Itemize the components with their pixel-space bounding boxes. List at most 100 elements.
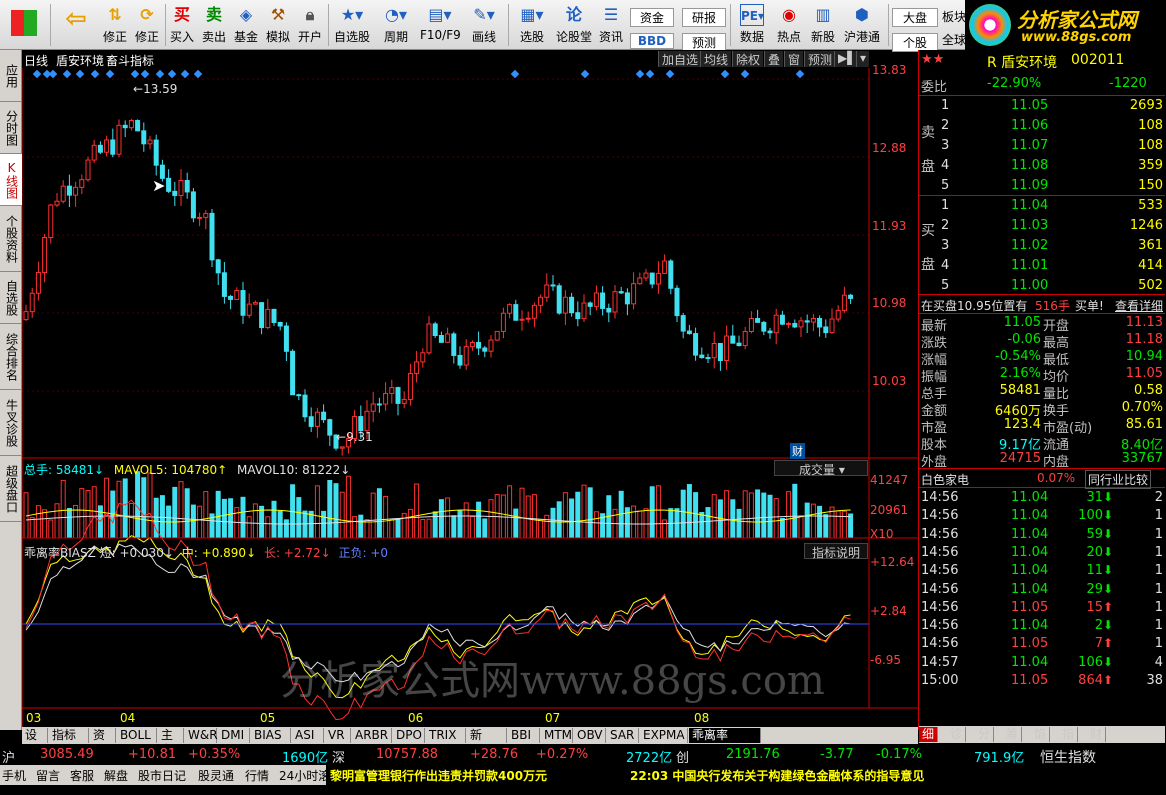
ma-button[interactable]: 均线: [700, 51, 732, 67]
finance-marker[interactable]: 财: [790, 443, 805, 459]
forecast-button[interactable]: 预测: [804, 51, 836, 67]
bottom-link[interactable]: 行情: [245, 767, 269, 784]
vtab-ranking[interactable]: 综合排名: [0, 324, 22, 390]
exright-button[interactable]: 除权: [732, 51, 764, 67]
period-button[interactable]: ◔▾ 周期: [376, 2, 416, 48]
candle-body: [655, 272, 661, 285]
view-detail-link[interactable]: 查看详细: [1115, 297, 1163, 314]
volume-bar: [228, 498, 234, 539]
indicator-help-button[interactable]: 指标说明: [804, 543, 868, 560]
candle-body: [724, 335, 730, 361]
indicator-tab[interactable]: OBV: [574, 728, 606, 743]
news-ticker-1[interactable]: 黎明富管理银行作出违责并罚款400万元: [330, 767, 547, 784]
windows-button[interactable]: [4, 2, 44, 48]
index-button[interactable]: 大盘 个股: [892, 2, 938, 52]
bottom-link[interactable]: 解盘: [104, 767, 128, 784]
candle-body: [383, 392, 389, 405]
period-label[interactable]: 日线: [24, 52, 48, 69]
bottom-link[interactable]: 手机: [2, 767, 26, 784]
simulate-button[interactable]: ⚒ 模拟: [264, 2, 292, 48]
volume-bar: [841, 510, 847, 539]
draw-line-button[interactable]: ✎▾ 画线: [464, 2, 504, 48]
vtab-diagnosis[interactable]: 牛叉诊股: [0, 390, 22, 456]
right-tab[interactable]: 细: [919, 727, 939, 742]
up-down-arrows-icon: ⇅: [108, 5, 122, 24]
discuss-button[interactable]: 论 论股堂: [556, 2, 592, 48]
indicator-tab[interactable]: TRIX: [426, 728, 466, 743]
indicator-tab[interactable]: W&R: [185, 728, 218, 743]
indicator-tab[interactable]: 主力: [158, 728, 184, 757]
indicator-tab[interactable]: DMI: [218, 728, 250, 743]
candle-body: [91, 144, 97, 161]
capital-button[interactable]: 资金 BBD: [630, 2, 674, 49]
watchlist-button[interactable]: ★▾ 自选股: [332, 2, 372, 48]
sell-level-row: 3 11.07 108: [941, 138, 1163, 153]
f10-button[interactable]: ▤▾ F10/F9: [420, 2, 461, 48]
hotspot-button[interactable]: ◉ 热点: [774, 2, 804, 48]
sell-button[interactable]: 卖 卖出: [200, 2, 228, 48]
indicator-tab[interactable]: DPO: [393, 728, 425, 743]
menu-icon[interactable]: ▾: [856, 51, 870, 67]
indicator-tab[interactable]: BOLL: [117, 728, 157, 743]
new-stock-button[interactable]: ▥ 新股: [808, 2, 838, 48]
refresh-button[interactable]: ⟳ 修正: [132, 2, 162, 48]
volume-bar: [556, 501, 562, 539]
volume-bar: [358, 514, 364, 539]
sector-compare-button[interactable]: 同行业比较: [1085, 470, 1152, 489]
volume-bar: [79, 488, 85, 539]
volume-bar: [60, 479, 66, 539]
indicator-tab[interactable]: BBI: [508, 728, 540, 743]
volume-tick: X10: [870, 527, 894, 541]
window-button[interactable]: 窗: [784, 51, 804, 67]
buy-level-row: 1 11.04 533: [941, 198, 1163, 213]
bottom-link[interactable]: 客服: [70, 767, 94, 784]
up-down-button[interactable]: ⇅ 修正: [100, 2, 130, 48]
bottom-link[interactable]: 股灵通: [198, 767, 234, 784]
right-tab[interactable]: 指: [1059, 727, 1079, 742]
data-button[interactable]: PE▾ 数据: [734, 2, 770, 48]
indicator-tab[interactable]: ARBR: [352, 728, 392, 743]
report-button[interactable]: 研报 预测: [682, 2, 726, 52]
sector-button[interactable]: 板块 全球: [942, 2, 966, 48]
indicator-tab[interactable]: 指标平台: [49, 728, 89, 757]
indicator-tab[interactable]: MTM: [541, 728, 573, 743]
candle-body: [463, 346, 469, 366]
vtab-watchlist[interactable]: 自选股: [0, 272, 22, 324]
vtab-profile[interactable]: 个股资料: [0, 206, 22, 272]
right-tab[interactable]: 馅: [1031, 727, 1051, 742]
news-ticker-2[interactable]: 22:03 中国央行发布关于构建绿色金融体系的指导意见: [630, 767, 924, 784]
vtab-kline[interactable]: K线图: [0, 154, 22, 206]
indicator-tab[interactable]: 乖离率BIASZ: [689, 728, 761, 757]
bottom-link[interactable]: 留言: [36, 767, 60, 784]
indicator-tab[interactable]: 设置: [22, 728, 48, 757]
buy-button[interactable]: 买 买入: [168, 2, 196, 48]
overlay-button[interactable]: 叠: [764, 51, 784, 67]
bias-tick: +2.84: [870, 604, 907, 618]
right-tab[interactable]: 诊: [947, 727, 967, 742]
indicator-tab[interactable]: BIAS: [251, 728, 291, 743]
add-watch-button[interactable]: 加自选: [658, 51, 702, 67]
volume-bar: [699, 511, 705, 539]
candle-body: [153, 139, 159, 166]
indicator-tab[interactable]: 资讯: [90, 728, 116, 757]
bottom-link[interactable]: 股市日记: [138, 767, 186, 784]
news-button[interactable]: ☰ 资讯: [596, 2, 626, 48]
stock-select-button[interactable]: ▦▾ 选股: [512, 2, 552, 48]
indicator-tab[interactable]: EXPMA: [640, 728, 688, 743]
right-tab[interactable]: 分: [975, 727, 995, 742]
indicator-tab[interactable]: ASI: [292, 728, 324, 743]
fund-button[interactable]: ◈ 基金: [232, 2, 260, 48]
back-button[interactable]: ⇦: [56, 2, 96, 48]
volume-indicator-dropdown[interactable]: 成交量 ▾: [774, 460, 868, 477]
indicator-tab[interactable]: 新DMA: [467, 728, 507, 757]
indicator-tab[interactable]: VR: [325, 728, 351, 743]
right-tab[interactable]: 筹: [1003, 727, 1023, 742]
indicator-tab[interactable]: SAR: [607, 728, 639, 743]
vtab-intraday[interactable]: 分时图: [0, 102, 22, 154]
shhk-button[interactable]: ⬢ 沪港通: [842, 2, 882, 48]
vtab-orderbook[interactable]: 超级盘口: [0, 456, 22, 522]
volume-bar: [445, 497, 451, 539]
open-account-button[interactable]: 🔒︎ 开户: [296, 2, 324, 48]
vtab-apps[interactable]: 应用: [0, 50, 22, 102]
right-tab[interactable]: 财: [1087, 727, 1107, 742]
